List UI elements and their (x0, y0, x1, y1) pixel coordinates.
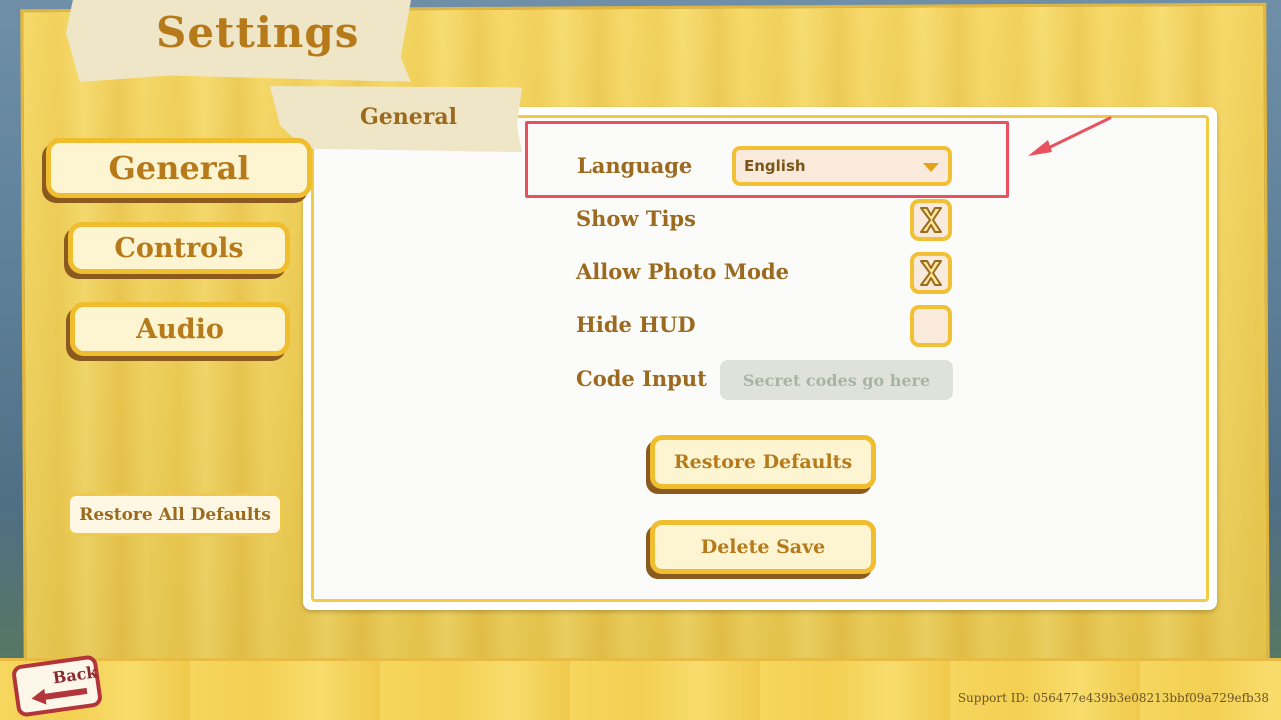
allow-photo-mode-checkbox[interactable] (910, 252, 952, 294)
show-tips-label: Show Tips (576, 206, 696, 231)
triangle-down-icon (923, 163, 939, 172)
x-mark-icon (920, 207, 942, 233)
sidebar-item-label: Controls (114, 232, 244, 264)
delete-save-button[interactable]: Delete Save (650, 520, 876, 574)
arrow-left-icon (31, 687, 88, 705)
code-input-label: Code Input (576, 366, 707, 391)
hide-hud-checkbox[interactable] (910, 305, 952, 347)
sidebar-item-controls[interactable]: Controls (68, 222, 290, 274)
section-tab-label: General (360, 104, 457, 130)
delete-save-label: Delete Save (700, 536, 826, 558)
language-label: Language (577, 153, 693, 178)
restore-all-defaults-label: Restore All Defaults (79, 504, 271, 525)
x-mark-icon (920, 260, 942, 286)
show-tips-checkbox[interactable] (910, 199, 952, 241)
sidebar-item-label: Audio (136, 313, 224, 345)
annotation-arrow-icon (1028, 116, 1112, 156)
sidebar-item-label: General (108, 149, 250, 187)
page-title: Settings (156, 8, 360, 57)
support-id-text: Support ID: 056477e439b3e08213bbf09a729e… (957, 691, 1269, 705)
restore-all-defaults-button[interactable]: Restore All Defaults (67, 493, 283, 536)
language-dropdown[interactable]: English (732, 146, 952, 186)
code-input-field[interactable] (720, 360, 953, 400)
restore-defaults-button[interactable]: Restore Defaults (650, 435, 876, 489)
language-value: English (744, 157, 806, 175)
hide-hud-label: Hide HUD (576, 312, 696, 337)
sidebar-item-general[interactable]: General (46, 138, 312, 198)
bottom-bar (0, 658, 1281, 720)
sidebar-item-audio[interactable]: Audio (70, 302, 290, 356)
allow-photo-mode-label: Allow Photo Mode (576, 259, 790, 284)
restore-defaults-label: Restore Defaults (673, 451, 853, 473)
